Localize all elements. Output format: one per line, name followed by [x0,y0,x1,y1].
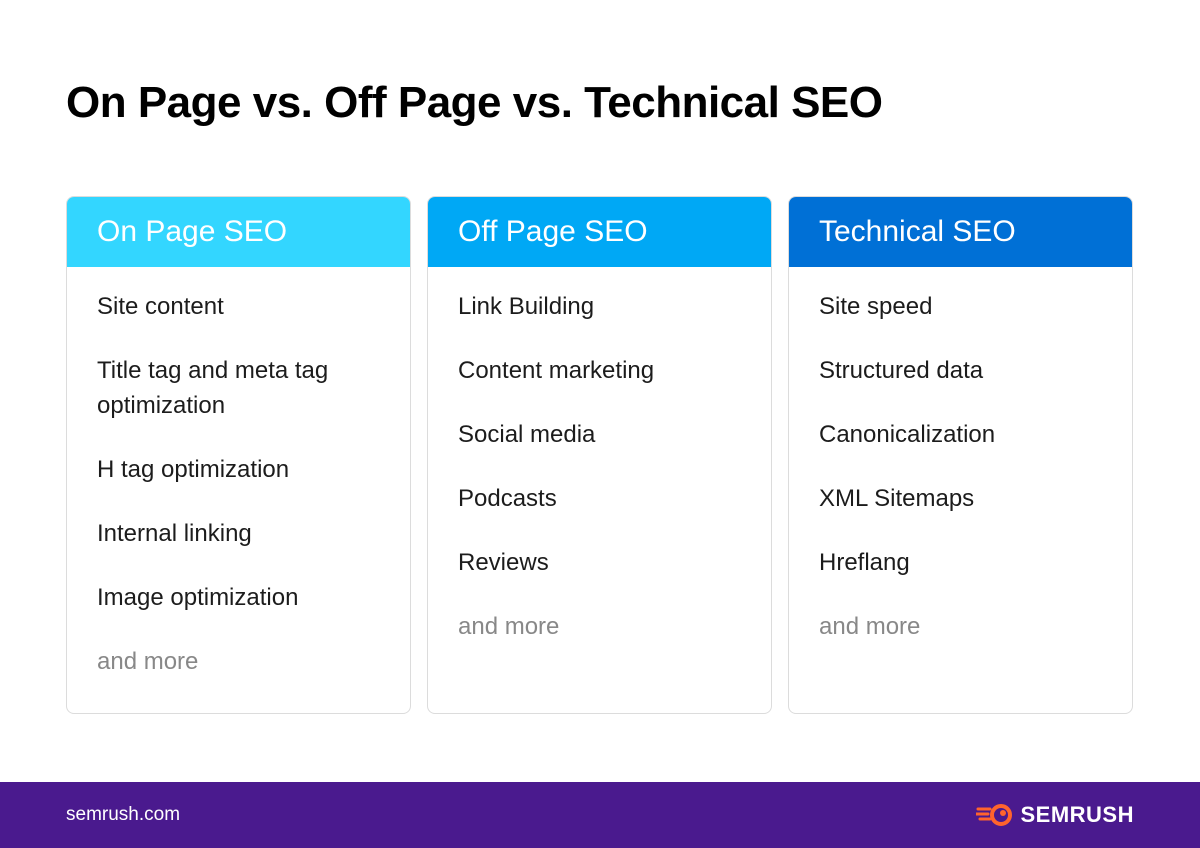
semrush-fireball-icon [976,804,1013,826]
column-off-page: Off Page SEO Link Building Content marke… [427,196,772,714]
list-item: Hreflang [819,549,910,576]
list-item: Image optimization [97,584,299,611]
semrush-logo: SEMRUSH [976,802,1134,828]
list-item: Canonicalization [819,421,996,448]
and-more-label: and more [819,613,921,640]
column-on-page: On Page SEO Site content Title tag and m… [66,196,411,714]
list-item: Link Building [458,293,595,320]
list-item: Site speed [819,293,933,320]
list-item: Social media [458,421,596,448]
list-item: Podcasts [458,485,557,512]
list-item: Structured data [819,357,984,384]
column-technical: Technical SEO Site speed Structured data… [788,196,1133,714]
list-item: Reviews [458,549,549,576]
list-item: XML Sitemaps [819,485,975,512]
list-item: H tag optimization [97,456,290,483]
footer: semrush.com SEMRUSH [0,782,1200,848]
logo-text: SEMRUSH [1020,802,1134,827]
list-item: Internal linking [97,520,252,547]
and-more-label: and more [97,648,199,675]
column-header: Off Page SEO [428,197,771,267]
and-more-label: and more [458,613,560,640]
column-header: Technical SEO [789,197,1132,267]
column-header: On Page SEO [67,197,410,267]
page-title: On Page vs. Off Page vs. Technical SEO [66,78,883,127]
list-item: Site content [97,293,224,320]
list-item: Content marketing [458,357,655,384]
footer-url: semrush.com [66,804,181,825]
list-item: Title tag and meta tag optimization [97,357,329,419]
